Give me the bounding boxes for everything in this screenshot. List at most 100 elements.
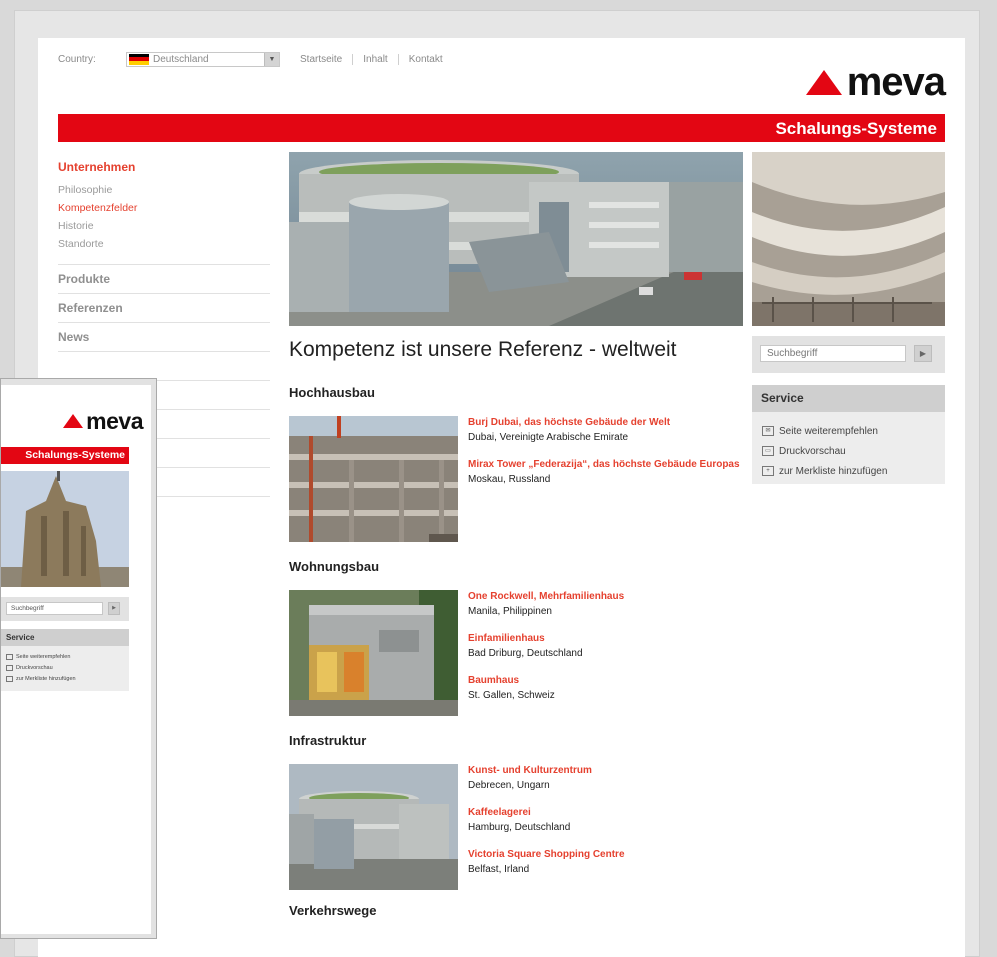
- ref-item: Mirax Tower „Federazija“, das höchste Ge…: [468, 458, 744, 487]
- image-cultural-center[interactable]: [289, 764, 458, 890]
- nav-section-unternehmen[interactable]: Unternehmen: [58, 160, 270, 174]
- image-residential-house[interactable]: [289, 590, 458, 716]
- ref-link-victoria-square[interactable]: Victoria Square Shopping Centre: [468, 848, 744, 862]
- ref-location: Dubai, Vereinigte Arabische Emirate: [468, 432, 629, 443]
- nav-link-inhalt[interactable]: Inhalt: [352, 53, 397, 65]
- ref-item: Kunst- und Kulturzentrum Debrecen, Ungar…: [468, 764, 744, 793]
- service-box: Service ✉ Seite weiterempfehlen ▭ Druckv…: [752, 385, 945, 484]
- tagline-bar: Schalungs-Systeme: [58, 114, 945, 142]
- tagline: Schalungs-Systeme: [775, 119, 937, 138]
- nav-item-news[interactable]: News: [58, 323, 270, 352]
- logo-text: meva: [846, 60, 946, 104]
- top-bar: Country: Deutschland ▼ Startseite Inhalt…: [58, 50, 453, 68]
- page-title: Kompetenz ist unsere Referenz - weltweit: [289, 338, 677, 361]
- hero-image-stadium: [289, 152, 743, 326]
- service-bookmark-label: zur Merkliste hinzufügen: [779, 465, 888, 477]
- mobile-tagline: Schalungs-Systeme: [25, 449, 125, 461]
- service-recommend-link[interactable]: ✉ Seite weiterempfehlen: [752, 422, 945, 440]
- mobile-logo-text: meva: [86, 408, 143, 434]
- country-select[interactable]: Deutschland ▼: [126, 51, 280, 67]
- nav-item-standorte[interactable]: Standorte: [58, 238, 270, 250]
- mobile-service-title: Service: [1, 629, 129, 646]
- country-label: Country:: [58, 53, 96, 65]
- website-sheet: Country: Deutschland ▼ Startseite Inhalt…: [38, 38, 965, 957]
- mobile-service-bookmark[interactable]: zur Merkliste hinzufügen: [1, 674, 129, 684]
- mobile-service-print-label: Druckvorschau: [16, 665, 53, 671]
- mobile-service-box: Service Seite weiterempfehlen Druckvorsc…: [1, 629, 129, 691]
- top-nav: Startseite Inhalt Kontakt: [300, 53, 453, 65]
- mobile-search-go-icon[interactable]: ▶: [108, 602, 120, 615]
- ref-item: Einfamilienhaus Bad Driburg, Deutschland: [468, 632, 744, 661]
- nav-link-startseite[interactable]: Startseite: [300, 54, 352, 65]
- nav-item-historie[interactable]: Historie: [58, 220, 270, 232]
- main-content: Kompetenz ist unsere Referenz - weltweit…: [289, 338, 744, 926]
- mobile-search-box: Suchbegriff ▶: [1, 597, 129, 621]
- mobile-service-print[interactable]: Druckvorschau: [1, 663, 129, 673]
- ref-item: Baumhaus St. Gallen, Schweiz: [468, 674, 744, 703]
- dropdown-arrow-icon[interactable]: ▼: [264, 52, 279, 66]
- country-value: Deutschland: [153, 53, 209, 65]
- section-title-infrastruktur: Infrastruktur: [289, 733, 367, 748]
- mobile-meva-logo[interactable]: meva: [63, 409, 143, 433]
- mobile-screen: meva Schalungs-Systeme Suchbegriff ▶ Ser…: [1, 385, 151, 934]
- ref-list-infrastruktur: Kunst- und Kulturzentrum Debrecen, Ungar…: [468, 764, 744, 890]
- ref-location: Manila, Philippinen: [468, 606, 552, 617]
- mail-icon: [6, 654, 13, 660]
- mail-icon: ✉: [762, 426, 774, 436]
- ref-link-kaffeelagerei[interactable]: Kaffeelagerei: [468, 806, 744, 820]
- meva-logo[interactable]: meva: [805, 60, 946, 104]
- nav-item-philosophie[interactable]: Philosophie: [58, 184, 270, 196]
- ref-location: Belfast, Irland: [468, 864, 530, 875]
- service-recommend-label: Seite weiterempfehlen: [779, 425, 878, 437]
- ref-location: Debrecen, Ungarn: [468, 780, 550, 791]
- search-box: ▶: [752, 336, 945, 373]
- ref-link-kulturzentrum[interactable]: Kunst- und Kulturzentrum: [468, 764, 744, 778]
- section-title-wohnungsbau: Wohnungsbau: [289, 559, 380, 574]
- ref-link-einfamilienhaus[interactable]: Einfamilienhaus: [468, 632, 744, 646]
- ref-item: Kaffeelagerei Hamburg, Deutschland: [468, 806, 744, 835]
- section-title-verkehrswege: Verkehrswege: [289, 903, 377, 918]
- image-skyscraper-construction[interactable]: [289, 416, 458, 542]
- nav-item-referenzen[interactable]: Referenzen: [58, 294, 270, 323]
- section-infrastruktur: Kunst- und Kulturzentrum Debrecen, Ungar…: [289, 764, 744, 890]
- mobile-image-tower: [1, 471, 129, 587]
- section-hochhausbau: Burj Dubai, das höchste Gebäude der Welt…: [289, 416, 744, 542]
- mobile-search-input[interactable]: Suchbegriff: [6, 602, 103, 615]
- ref-item: Victoria Square Shopping Centre Belfast,…: [468, 848, 744, 877]
- mobile-service-recommend[interactable]: Seite weiterempfehlen: [1, 652, 129, 662]
- ref-link-one-rockwell[interactable]: One Rockwell, Mehrfamilienhaus: [468, 590, 744, 604]
- bookmark-icon: +: [762, 466, 774, 476]
- section-title-hochhausbau: Hochhausbau: [289, 385, 375, 400]
- mobile-service-bookmark-label: zur Merkliste hinzufügen: [16, 676, 76, 682]
- ref-location: St. Gallen, Schweiz: [468, 690, 555, 701]
- search-go-icon[interactable]: ▶: [914, 345, 932, 362]
- search-input[interactable]: [760, 345, 906, 362]
- printer-icon: [6, 665, 13, 671]
- ref-list-wohnungsbau: One Rockwell, Mehrfamilienhaus Manila, P…: [468, 590, 744, 716]
- logo-triangle-icon: [63, 414, 84, 428]
- ref-location: Bad Driburg, Deutschland: [468, 648, 583, 659]
- hero-image-interior: [752, 152, 945, 326]
- bookmark-icon: [6, 676, 13, 682]
- ref-link-baumhaus[interactable]: Baumhaus: [468, 674, 744, 688]
- mobile-tagline-bar: Schalungs-Systeme: [1, 447, 129, 464]
- ref-link-mirax-tower[interactable]: Mirax Tower „Federazija“, das höchste Ge…: [468, 458, 744, 472]
- service-print-link[interactable]: ▭ Druckvorschau: [752, 442, 945, 460]
- ref-list-hochhausbau: Burj Dubai, das höchste Gebäude der Welt…: [468, 416, 744, 542]
- ref-item: One Rockwell, Mehrfamilienhaus Manila, P…: [468, 590, 744, 619]
- ref-link-burj-dubai[interactable]: Burj Dubai, das höchste Gebäude der Welt: [468, 416, 744, 430]
- nav-link-kontakt[interactable]: Kontakt: [397, 53, 453, 65]
- ref-location: Hamburg, Deutschland: [468, 822, 571, 833]
- nav-item-empty: [58, 352, 270, 381]
- ref-item: Burj Dubai, das höchste Gebäude der Welt…: [468, 416, 744, 445]
- mobile-service-recommend-label: Seite weiterempfehlen: [16, 654, 71, 660]
- nav-item-kompetenzfelder[interactable]: Kompetenzfelder: [58, 202, 270, 214]
- german-flag-icon: [129, 53, 149, 65]
- nav-item-produkte[interactable]: Produkte: [58, 265, 270, 294]
- mobile-preview: meva Schalungs-Systeme Suchbegriff ▶ Ser…: [0, 378, 157, 939]
- printer-icon: ▭: [762, 446, 774, 456]
- service-bookmark-link[interactable]: + zur Merkliste hinzufügen: [752, 462, 945, 480]
- logo-triangle-icon: [805, 69, 842, 95]
- service-title: Service: [752, 385, 945, 412]
- service-print-label: Druckvorschau: [779, 445, 846, 457]
